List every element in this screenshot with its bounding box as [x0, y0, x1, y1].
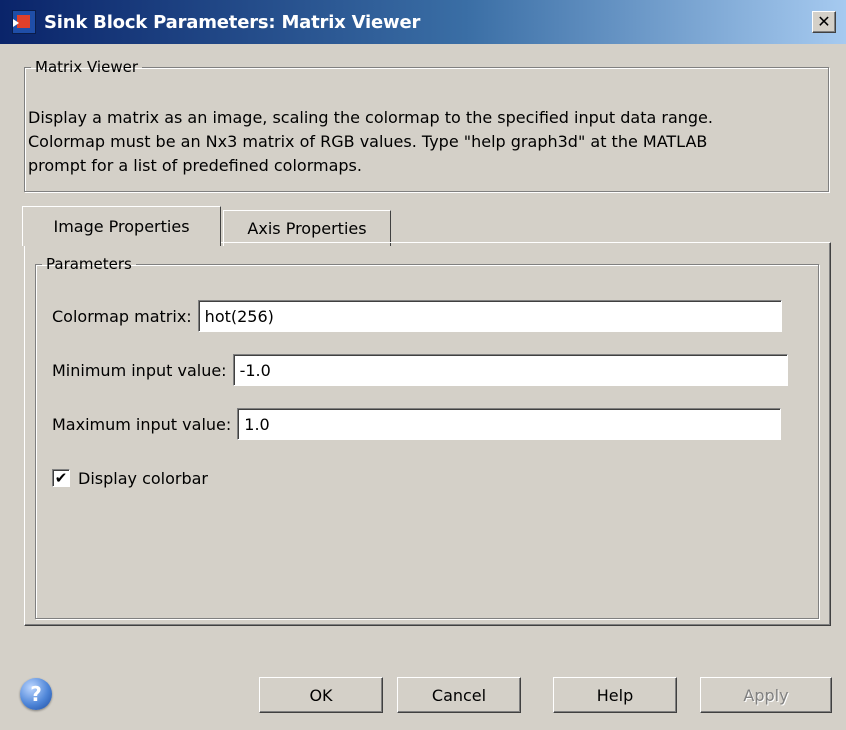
cancel-button[interactable]: Cancel [397, 677, 521, 713]
tab-axis-properties[interactable]: Axis Properties [223, 210, 391, 246]
tab-label: Axis Properties [247, 219, 367, 238]
description-text: Display a matrix as an image, scaling th… [28, 106, 818, 178]
help-icon[interactable]: ? [20, 678, 52, 710]
min-input-row: Minimum input value: [52, 353, 788, 387]
question-mark-icon: ? [30, 682, 42, 706]
colormap-input[interactable] [197, 300, 782, 332]
colormap-label: Colormap matrix: [52, 306, 192, 326]
window-title: Sink Block Parameters: Matrix Viewer [44, 11, 421, 33]
apply-button-label: Apply [743, 685, 789, 705]
description-group-title: Matrix Viewer [35, 58, 138, 76]
help-button[interactable]: Help [553, 677, 677, 713]
min-input-label: Minimum input value: [52, 360, 227, 380]
check-icon: ✔ [54, 468, 68, 487]
tab-label: Image Properties [53, 217, 190, 236]
description-line: Colormap must be an Nx3 matrix of RGB va… [28, 132, 708, 151]
close-icon: ✕ [817, 12, 831, 31]
title-bar: Sink Block Parameters: Matrix Viewer ✕ [0, 0, 846, 44]
parameters-group-title: Parameters [46, 255, 132, 273]
description-line: Display a matrix as an image, scaling th… [28, 108, 713, 127]
display-colorbar-label[interactable]: Display colorbar [78, 469, 208, 488]
tab-panel-image-properties: Parameters Colormap matrix: Minimum inpu… [24, 242, 831, 626]
max-input-row: Maximum input value: [52, 407, 782, 441]
colormap-row: Colormap matrix: [52, 299, 782, 333]
tab-image-properties[interactable]: Image Properties [22, 206, 221, 246]
max-input-field[interactable] [237, 408, 782, 440]
cancel-button-label: Cancel [431, 685, 487, 705]
ok-button[interactable]: OK [259, 677, 383, 713]
ok-button-label: OK [309, 685, 333, 705]
description-group: Matrix Viewer Display a matrix as an ima… [24, 58, 829, 192]
close-button[interactable]: ✕ [812, 11, 836, 33]
max-input-label: Maximum input value: [52, 414, 232, 434]
apply-button[interactable]: Apply [700, 677, 832, 713]
help-button-label: Help [596, 685, 634, 705]
display-colorbar-checkbox[interactable]: ✔ [52, 469, 70, 487]
simulink-block-icon [12, 10, 36, 34]
colorbar-row[interactable]: ✔ Display colorbar [52, 461, 214, 495]
description-line: prompt for a list of predefined colormap… [28, 156, 362, 175]
parameters-group: Parameters Colormap matrix: Minimum inpu… [35, 255, 819, 619]
min-input-field[interactable] [232, 354, 788, 386]
